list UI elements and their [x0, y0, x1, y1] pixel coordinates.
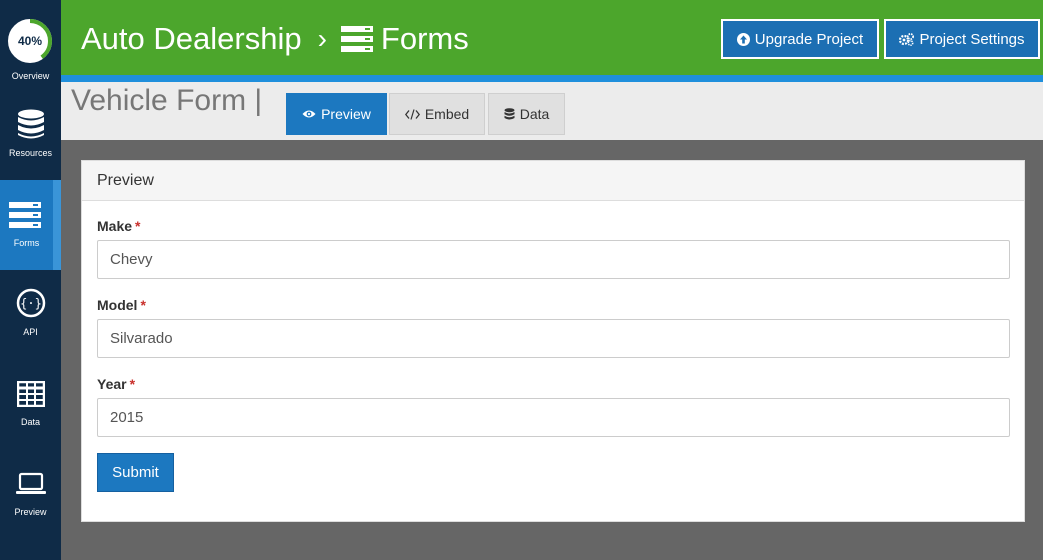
sidebar-item-label: API: [23, 327, 38, 337]
arrow-up-circle-icon: [736, 32, 750, 46]
gears-icon: [899, 32, 915, 46]
table-grid-icon: [16, 381, 45, 407]
progress-percent: 40%: [17, 34, 43, 48]
required-marker: *: [140, 297, 146, 313]
database-icon: [17, 109, 44, 139]
sidebar-item-label: Overview: [11, 71, 50, 81]
tab-embed[interactable]: Embed: [389, 93, 485, 135]
year-field[interactable]: [97, 398, 1010, 437]
tab-label: Data: [519, 106, 550, 122]
year-label: Year *: [97, 376, 135, 392]
sidebar-item-resources[interactable]: Resources: [0, 90, 61, 180]
sidebar-item-api[interactable]: {·} API: [0, 270, 61, 360]
required-marker: *: [129, 376, 136, 392]
top-header: Auto Dealership › Forms Upgrade Project …: [61, 0, 1043, 75]
form-toolbar: Vehicle Form | Preview Embed Data: [61, 82, 1043, 140]
sidebar-item-label: Data: [20, 417, 40, 427]
upgrade-project-label: Upgrade Project: [754, 30, 864, 48]
breadcrumb-project[interactable]: Auto Dealership: [81, 21, 302, 57]
header-accent-strip: [61, 75, 1043, 82]
active-indicator: [53, 180, 61, 270]
laptop-icon: [15, 472, 46, 494]
tab-data[interactable]: Data: [488, 93, 565, 135]
breadcrumb-section: Forms: [380, 21, 469, 56]
api-icon: {·}: [16, 288, 45, 318]
model-field[interactable]: [97, 319, 1010, 358]
sidebar-item-label: Resources: [8, 148, 53, 158]
eye-icon: [302, 110, 316, 118]
sidebar-item-label: Forms: [13, 238, 40, 248]
required-marker: *: [135, 218, 141, 234]
code-icon: [404, 108, 420, 120]
project-settings-button[interactable]: Project Settings: [884, 19, 1040, 59]
forms-icon: [9, 202, 41, 228]
project-settings-label: Project Settings: [919, 30, 1025, 48]
sidebar-item-preview[interactable]: Preview: [0, 450, 61, 540]
field-label-text: Model: [97, 297, 138, 313]
field-label-text: Make: [97, 218, 133, 234]
submit-button[interactable]: Submit: [97, 453, 174, 492]
forms-icon: [340, 26, 373, 52]
upgrade-project-button[interactable]: Upgrade Project: [721, 19, 879, 59]
make-field[interactable]: [97, 240, 1010, 279]
preview-panel: Preview Make* Model* Year* Submit: [81, 160, 1025, 522]
sidebar-item-forms[interactable]: Forms: [0, 180, 61, 270]
breadcrumb: Auto Dealership › Forms: [81, 19, 469, 59]
sidebar-item-label: Preview: [14, 507, 47, 517]
tab-preview[interactable]: Preview: [286, 93, 387, 135]
sidebar-item-overview[interactable]: 40% Overview: [0, 0, 61, 90]
database-icon: [504, 107, 515, 119]
sidebar: 40% Overview Resources Forms {·} API Dat…: [0, 0, 61, 560]
tab-label: Embed: [424, 106, 470, 122]
field-label-text: Year: [97, 376, 127, 392]
sidebar-item-data[interactable]: Data: [0, 360, 61, 450]
model-label: Model *: [97, 297, 146, 313]
svg-text:{·}: {·}: [20, 297, 42, 311]
breadcrumb-separator: ›: [317, 23, 327, 54]
form-title: Vehicle Form |: [71, 84, 263, 117]
make-label: Make *: [97, 218, 140, 234]
panel-title: Preview: [82, 161, 1024, 201]
tab-label: Preview: [321, 106, 371, 122]
